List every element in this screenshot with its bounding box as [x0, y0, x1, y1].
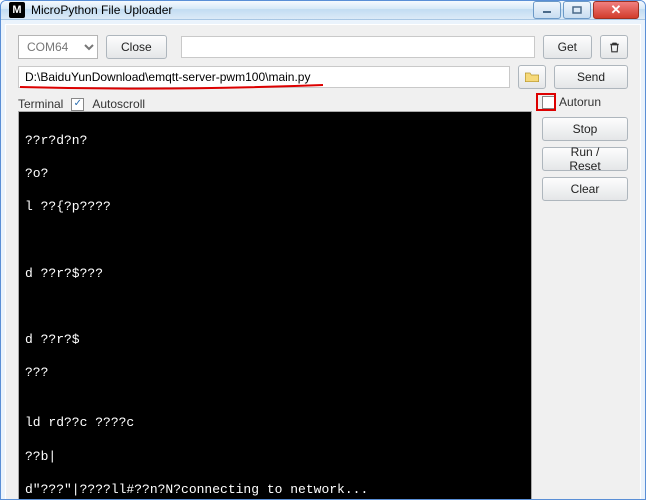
titlebar[interactable]: M MicroPython File Uploader ✕ [1, 1, 645, 20]
terminal-line: ??r?d?n? [25, 133, 525, 150]
autoscroll-checkbox[interactable]: ✓ [71, 98, 84, 111]
app-icon: M [9, 2, 25, 18]
client-area: COM64 Close Get Send [5, 24, 641, 500]
minimize-icon [542, 6, 552, 14]
close-window-button[interactable]: ✕ [593, 1, 639, 19]
terminal-line [25, 232, 525, 249]
port-select[interactable]: COM64 [18, 35, 98, 59]
maximize-icon [572, 6, 582, 14]
send-button[interactable]: Send [554, 65, 628, 89]
trash-icon [608, 41, 621, 54]
maximize-button[interactable] [563, 1, 591, 19]
terminal-output[interactable]: ??r?d?n? ?o? l ??{?p???? d ??r?$??? d ??… [18, 111, 532, 500]
terminal-label: Terminal [18, 97, 63, 111]
run-reset-button[interactable]: Run / Reset [542, 147, 628, 171]
clear-button[interactable]: Clear [542, 177, 628, 201]
terminal-line: d ??r?$??? [25, 266, 525, 283]
terminal-line: d ??r?$ [25, 332, 525, 349]
folder-icon [524, 70, 540, 84]
annotation-autorun-box [536, 93, 556, 111]
terminal-line: l ??{?p???? [25, 199, 525, 216]
window-title: MicroPython File Uploader [31, 3, 533, 17]
delete-button[interactable] [600, 35, 628, 59]
minimize-button[interactable] [533, 1, 561, 19]
terminal-line: ?o? [25, 166, 525, 183]
terminal-line: ??? [25, 365, 525, 382]
autorun-label: Autorun [559, 95, 601, 109]
terminal-line: ??b| [25, 449, 525, 466]
get-button[interactable]: Get [543, 35, 592, 59]
browse-button[interactable] [518, 65, 546, 89]
app-window: M MicroPython File Uploader ✕ COM64 Clos… [0, 0, 646, 500]
close-icon: ✕ [611, 2, 622, 18]
filepath-input[interactable] [18, 66, 510, 88]
stop-button[interactable]: Stop [542, 117, 628, 141]
autoscroll-label: Autoscroll [92, 97, 145, 111]
command-input[interactable] [181, 36, 535, 58]
close-port-button[interactable]: Close [106, 35, 167, 59]
terminal-line: ld rd??c ????c [25, 415, 525, 432]
terminal-line: d"???"|????ll#??n?N?connecting to networ… [25, 482, 525, 499]
